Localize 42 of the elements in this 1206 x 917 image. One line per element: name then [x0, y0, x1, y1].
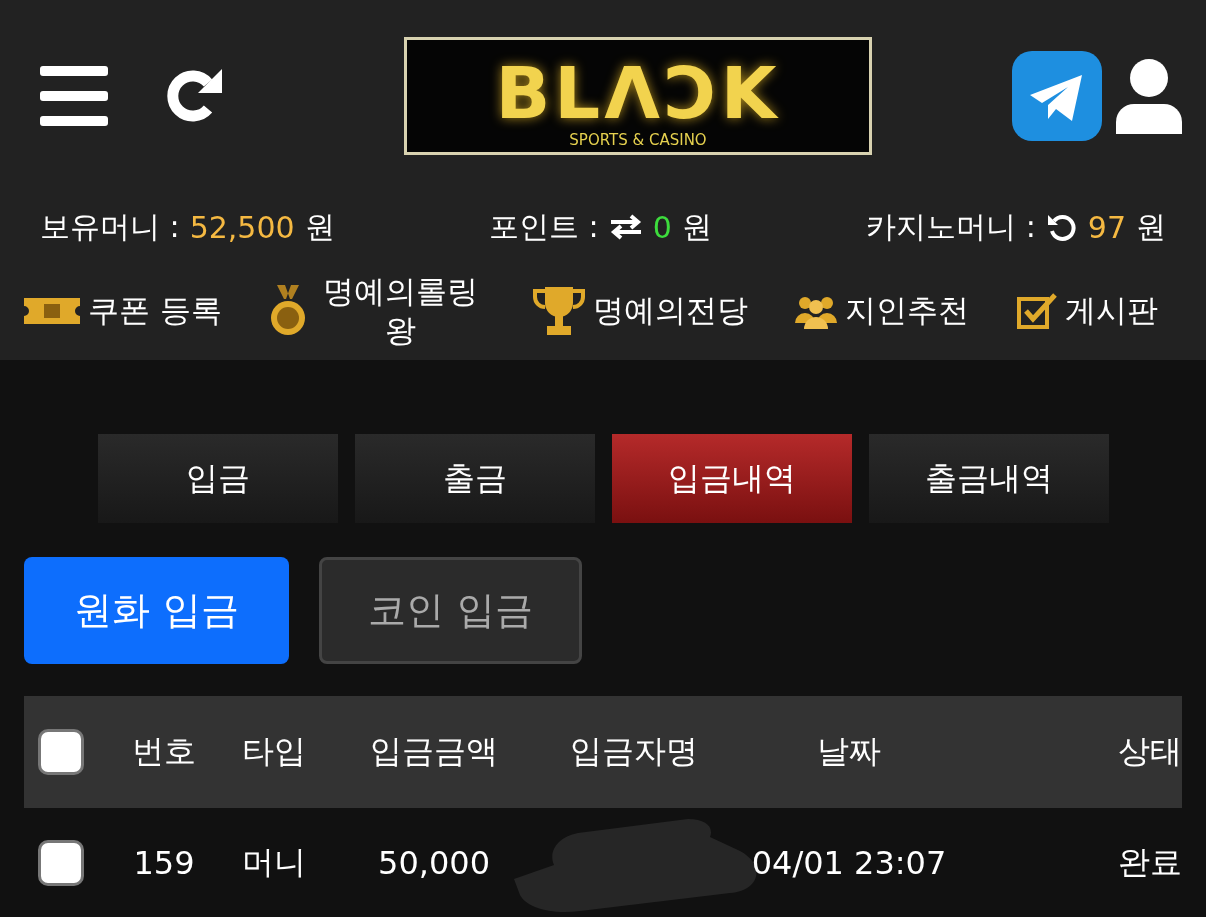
menu-button[interactable] [40, 66, 108, 126]
menu-link[interactable]: 지인추천 [795, 290, 970, 332]
currency-unit: 원 [304, 207, 335, 246]
select-all-checkbox[interactable] [38, 729, 84, 775]
logo[interactable]: BLΛƆK SPORTS & CASINO [404, 37, 872, 155]
tab[interactable]: 출금내역 [868, 434, 1109, 523]
column-header: 상태 [1117, 731, 1182, 772]
currency-unit: 원 [681, 207, 712, 246]
column-header: 날짜 [816, 731, 882, 772]
user-icon[interactable] [1116, 58, 1182, 134]
menu-link[interactable]: 명예의롤링왕 [269, 272, 486, 350]
tab[interactable]: 출금 [354, 434, 595, 523]
paper-plane-button[interactable] [1012, 51, 1102, 141]
column-header: 번호 [131, 731, 197, 772]
trophy-icon [532, 285, 585, 337]
balance-label: 보유머니 : [40, 207, 180, 246]
tab[interactable]: 입금내역 [611, 434, 852, 523]
column-header: 타입 [241, 731, 307, 772]
currency-unit: 원 [1136, 207, 1166, 246]
balance-value: 0 [652, 209, 672, 245]
table-cell-text: 159 [132, 843, 196, 882]
balance-value: 97 [1087, 209, 1126, 245]
table-cell-text: 04/01 23:07 [750, 843, 948, 882]
tab[interactable]: 입금 [97, 434, 338, 523]
balance-label: 포인트 : [489, 207, 599, 246]
menu-link[interactable]: 쿠폰 등록 [24, 290, 222, 332]
balance-label: 카지노머니 : [866, 207, 1036, 246]
table-cell-text: 머니 [241, 841, 307, 883]
table-cell-text: 완료 [1117, 841, 1182, 883]
menu-link[interactable]: 게시판 [1017, 290, 1158, 332]
exchange-icon [608, 214, 643, 240]
column-header: 입금자명 [569, 731, 699, 772]
currency-tab[interactable]: 코인 입금 [319, 557, 582, 664]
row-checkbox[interactable] [38, 839, 84, 886]
logo-title: BLΛƆK [495, 57, 781, 129]
column-header: 입금금액 [369, 731, 499, 772]
menu-link[interactable]: 명예의전당 [532, 285, 748, 337]
table-cell-text: 50,000 [377, 843, 491, 882]
checkbox-icon [1017, 293, 1057, 329]
medal-icon [269, 285, 308, 337]
balance-value: 52,500 [189, 209, 295, 245]
currency-tab[interactable]: 원화 입금 [24, 557, 289, 664]
